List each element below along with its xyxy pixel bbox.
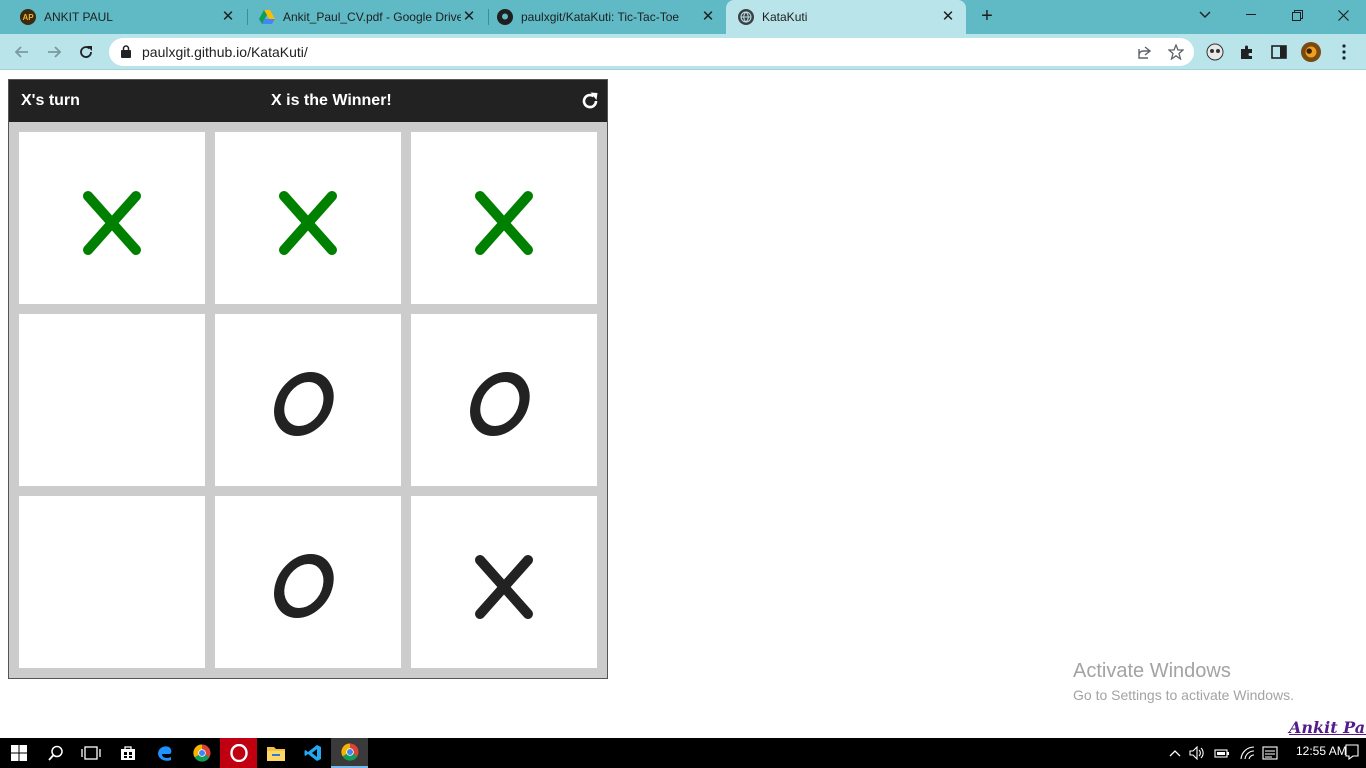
tab-search-chevron-icon[interactable] [1182, 0, 1228, 30]
x-mark [475, 555, 533, 619]
notification-icon[interactable] [1345, 744, 1359, 765]
board-cell-2-2[interactable] [411, 496, 597, 668]
wifi-icon[interactable] [1240, 745, 1256, 761]
vscode-icon[interactable] [294, 738, 331, 768]
game-header: X's turn X is the Winner! [9, 80, 607, 122]
bookmark-star-icon[interactable] [1166, 42, 1186, 62]
chrome-icon[interactable] [183, 738, 220, 768]
watermark-title: Activate Windows [1073, 660, 1231, 682]
reload-button[interactable] [74, 40, 98, 64]
reload-icon [80, 46, 92, 58]
x-mark [83, 191, 141, 255]
close-icon[interactable]: ✕ [461, 9, 477, 25]
board-cell-1-2[interactable] [411, 314, 597, 486]
o-mark [274, 554, 334, 618]
search-icon[interactable] [37, 738, 74, 768]
url-text: paulxgit.github.io/KataKuti/ [142, 44, 308, 60]
profile-avatar-icon[interactable] [1301, 42, 1321, 62]
extension-avatar-icon[interactable] [1205, 42, 1225, 62]
extensions-puzzle-icon[interactable] [1237, 42, 1257, 62]
o-mark [274, 372, 334, 436]
windows-taskbar: 12:55 AM [0, 738, 1366, 768]
board-cell-0-2[interactable] [411, 132, 597, 304]
system-clock[interactable]: 12:55 AM [1296, 744, 1347, 758]
close-icon[interactable]: ✕ [220, 9, 236, 25]
board-cell-1-0[interactable] [19, 314, 205, 486]
restore-button[interactable] [1274, 0, 1320, 30]
tab-title: ANKIT PAUL [44, 10, 113, 24]
x-mark [475, 191, 533, 255]
address-bar[interactable]: paulxgit.github.io/KataKuti/ [109, 38, 1194, 66]
refresh-icon[interactable] [579, 90, 601, 112]
board-cell-0-1[interactable] [215, 132, 401, 304]
chevron-up-icon[interactable] [1167, 745, 1183, 761]
o-mark [470, 372, 530, 436]
board-cell-0-0[interactable] [19, 132, 205, 304]
tic-tac-toe-game: X's turn X is the Winner! [8, 79, 608, 679]
ap-logo-icon: AP [20, 9, 36, 25]
tab-katakuti[interactable]: KataKuti ✕ [726, 0, 966, 34]
forward-button[interactable] [42, 40, 66, 64]
turn-indicator: X's turn [21, 92, 80, 109]
x-mark [279, 191, 337, 255]
arrow-right-icon [48, 46, 62, 58]
arrow-left-icon [14, 46, 28, 58]
back-button[interactable] [10, 40, 34, 64]
close-window-button[interactable] [1320, 0, 1366, 30]
tab-strip: AP ANKIT PAUL ✕ Ankit_Paul_CV.pdf - Goog… [0, 0, 1366, 34]
share-icon[interactable] [1134, 42, 1154, 62]
task-view-icon[interactable] [72, 738, 109, 768]
board-cell-2-0[interactable] [19, 496, 205, 668]
author-credit-link[interactable]: Ankit Paul [1289, 718, 1366, 737]
tab-title: Ankit_Paul_CV.pdf - Google Drive [283, 10, 461, 24]
lock-icon[interactable] [121, 45, 131, 63]
windows-start-icon[interactable] [0, 738, 37, 768]
chrome-icon[interactable] [331, 738, 368, 768]
side-panel-icon[interactable] [1269, 42, 1289, 62]
board-cell-1-1[interactable] [215, 314, 401, 486]
google-drive-icon [259, 9, 275, 25]
tab-google-drive[interactable]: Ankit_Paul_CV.pdf - Google Drive ✕ [239, 0, 487, 34]
game-status: X is the Winner! [271, 92, 392, 109]
tab-github[interactable]: paulxgit/KataKuti: Tic-Tac-Toe ✕ [477, 0, 726, 34]
github-icon [497, 9, 513, 25]
browser-menu-icon[interactable] [1334, 42, 1354, 62]
opera-icon[interactable] [220, 738, 257, 768]
edge-icon[interactable] [146, 738, 183, 768]
browser-toolbar: paulxgit.github.io/KataKuti/ [0, 34, 1366, 70]
battery-icon[interactable] [1214, 745, 1230, 761]
activate-windows-watermark: Activate Windows Go to Settings to activ… [1073, 660, 1294, 703]
file-explorer-icon[interactable] [257, 738, 294, 768]
globe-icon [738, 9, 754, 25]
close-icon[interactable]: ✕ [940, 9, 956, 25]
board-cell-2-1[interactable] [215, 496, 401, 668]
store-icon[interactable] [109, 738, 146, 768]
new-tab-button[interactable]: + [976, 5, 998, 27]
tab-ankit-paul[interactable]: AP ANKIT PAUL ✕ [0, 0, 246, 34]
tab-title: KataKuti [762, 10, 808, 24]
minimize-button[interactable] [1228, 0, 1274, 30]
tab-title: paulxgit/KataKuti: Tic-Tac-Toe [521, 10, 680, 24]
watermark-subtitle: Go to Settings to activate Windows. [1073, 687, 1294, 703]
close-icon[interactable]: ✕ [700, 9, 716, 25]
keyboard-icon[interactable] [1262, 745, 1278, 761]
volume-icon[interactable] [1189, 745, 1205, 761]
